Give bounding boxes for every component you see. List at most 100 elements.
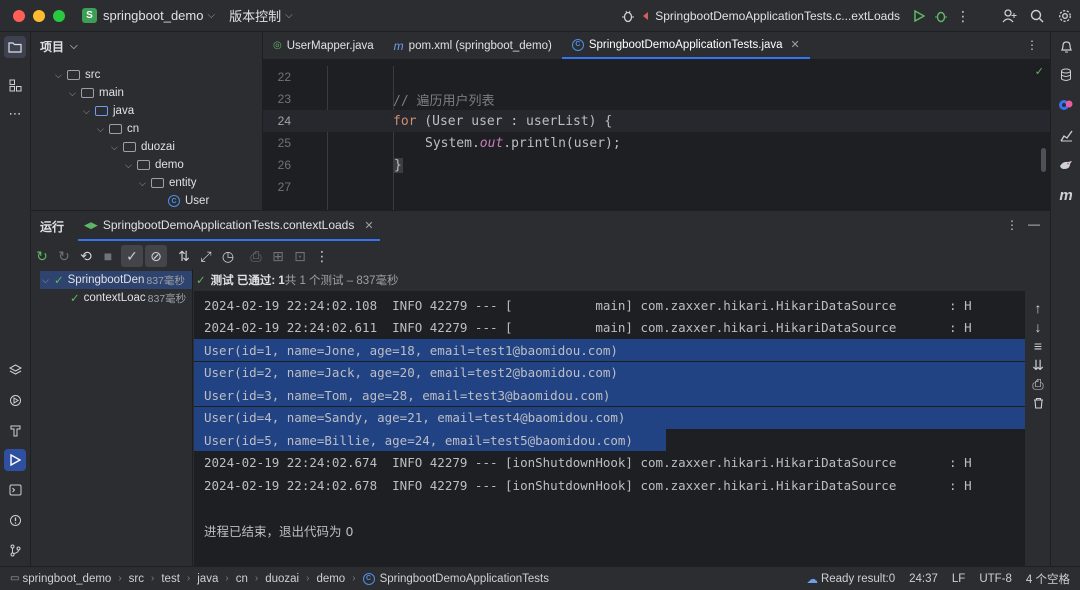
notifications-bell-icon[interactable] xyxy=(1055,36,1077,58)
project-tool-icon[interactable] xyxy=(4,36,26,58)
show-passed-icon[interactable]: ✓ xyxy=(121,245,143,267)
close-tab-icon[interactable]: ✕ xyxy=(791,38,800,51)
tab-usermapper[interactable]: ◎ UserMapper.java xyxy=(263,32,384,59)
search-icon[interactable] xyxy=(1026,5,1048,27)
maven-tool-icon[interactable]: m xyxy=(1055,184,1077,206)
breadcrumb-item[interactable]: src xyxy=(129,573,144,585)
chevron-right-icon: › xyxy=(306,573,310,584)
database-tool-icon[interactable] xyxy=(1055,64,1077,86)
vcs-menu[interactable]: 版本控制 xyxy=(229,6,281,25)
gear-icon[interactable] xyxy=(1054,5,1076,27)
export-icon[interactable]: ⊡ xyxy=(289,245,311,267)
tree-item-src[interactable]: ⌵ src xyxy=(55,66,100,84)
run-icon[interactable] xyxy=(908,5,930,27)
more-icon[interactable]: ⋮ xyxy=(952,5,974,27)
chevron-down-icon[interactable]: ⌵ xyxy=(111,142,123,153)
chevron-down-icon[interactable]: ⌵ xyxy=(55,70,67,81)
folder-icon xyxy=(95,106,108,116)
tree-item-demo[interactable]: ⌵ demo xyxy=(125,156,184,174)
profiler-chart-icon[interactable] xyxy=(1055,124,1077,146)
tree-item-main[interactable]: ⌵ main xyxy=(69,84,124,102)
chevron-down-icon[interactable]: ⌵ xyxy=(70,41,78,52)
run-config-selector[interactable]: SpringbootDemoApplicationTests.c...extLo… xyxy=(655,9,900,23)
console-line-selected: User(id=5, name=Billie, age=24, email=te… xyxy=(194,429,666,451)
expand-icon[interactable]: ⤢ xyxy=(195,245,217,267)
layers-tool-icon[interactable] xyxy=(4,359,26,381)
structure-tool-icon[interactable] xyxy=(4,74,26,96)
caret-position[interactable]: 24:37 xyxy=(909,573,938,585)
tree-item-entity[interactable]: ⌵ entity xyxy=(139,174,197,192)
build-hammer-icon[interactable] xyxy=(4,419,26,441)
tree-item-user[interactable]: C User xyxy=(168,192,209,210)
tree-item-duozai[interactable]: ⌵ duozai xyxy=(111,138,175,156)
console-output[interactable]: 2024-02-19 22:24:02.108 INFO 42279 --- [… xyxy=(194,291,1025,567)
run-tab[interactable]: ◀▶ SpringbootDemoApplicationTests.contex… xyxy=(78,211,380,241)
ai-assistant-icon[interactable] xyxy=(1055,94,1077,116)
indent-setting[interactable]: 4 个空格 xyxy=(1026,571,1070,587)
chevron-down-icon[interactable]: ⌵ xyxy=(69,88,81,99)
stop-icon[interactable]: ■ xyxy=(97,245,119,267)
line-separator[interactable]: LF xyxy=(952,573,965,585)
chevron-down-icon[interactable]: ⌵ xyxy=(83,106,95,117)
git-tool-icon[interactable] xyxy=(4,539,26,561)
tab-springbootdemoapplicationtests[interactable]: C SpringbootDemoApplicationTests.java ✕ xyxy=(561,32,810,59)
interface-icon: ◎ xyxy=(273,40,282,51)
ready-status[interactable]: ☁ Ready result:0 xyxy=(806,572,895,586)
matching-brace: } xyxy=(393,157,403,173)
project-switcher[interactable]: springboot_demo xyxy=(103,8,203,23)
codeglance-bird-icon[interactable] xyxy=(1055,154,1077,176)
run-config-icon xyxy=(639,5,653,27)
status-bar: ▭ springboot_demo › src › test › java › cn › duozai… xyxy=(0,566,1080,590)
breadcrumb-item[interactable]: cn xyxy=(236,573,248,585)
tree-item-cn[interactable]: ⌵ cn xyxy=(97,120,139,138)
debug-bug-icon[interactable] xyxy=(617,5,639,27)
more-icon[interactable]: ⋮ xyxy=(1026,38,1038,52)
breadcrumb-item[interactable]: test xyxy=(161,573,180,585)
more-icon[interactable]: ⋮ xyxy=(311,245,333,267)
camera-icon[interactable]: ⎙ xyxy=(245,245,267,267)
cloud-icon: ☁ xyxy=(806,573,818,586)
show-ignored-icon[interactable]: ⊘ xyxy=(145,245,167,267)
tab-pom[interactable]: m pom.xml (springboot_demo) xyxy=(384,32,562,59)
run-tool-icon[interactable] xyxy=(4,449,26,471)
chevron-down-icon[interactable]: ⌵ xyxy=(125,160,137,171)
history-clock-icon[interactable]: ◷ xyxy=(217,245,239,267)
breadcrumb-item[interactable]: java xyxy=(197,573,218,585)
run-panel: 运行 ◀▶ SpringbootDemoApplicationTests.con… xyxy=(31,210,1050,567)
close-window-button[interactable] xyxy=(13,9,25,22)
chevron-down-icon[interactable]: ⌵ xyxy=(139,178,151,189)
minimize-panel-icon[interactable]: — xyxy=(1028,217,1040,231)
services-tool-icon[interactable] xyxy=(4,389,26,411)
toggle-auto-test-icon[interactable]: ⟲ xyxy=(75,245,97,267)
sort-icon[interactable]: ⇅ xyxy=(173,245,195,267)
code-area[interactable]: 22 23 // 遍历用户列表 24 for (User user : user… xyxy=(263,66,1050,210)
breadcrumb-item[interactable]: duozai xyxy=(265,573,299,585)
test-tree-row-method[interactable]: ✓ contextLoac 837毫秒 xyxy=(70,289,192,307)
debug-icon[interactable] xyxy=(930,5,952,27)
zoom-window-button[interactable] xyxy=(53,9,65,22)
console-line: 2024-02-19 22:24:02.678 INFO 42279 --- [… xyxy=(204,477,972,493)
breadcrumb-item[interactable]: SpringbootDemoApplicationTests xyxy=(380,573,549,585)
chevron-down-icon: ⌵ xyxy=(285,10,293,21)
editor-scrollbar[interactable] xyxy=(1041,148,1046,172)
minimize-window-button[interactable] xyxy=(33,9,45,22)
terminal-tool-icon[interactable] xyxy=(4,479,26,501)
import-icon[interactable]: ⊞ xyxy=(267,245,289,267)
breadcrumb-item[interactable]: demo xyxy=(316,573,345,585)
rerun-failed-icon[interactable]: ↻ xyxy=(53,245,75,267)
chevron-down-icon[interactable]: ⌵ xyxy=(97,124,109,135)
file-encoding[interactable]: UTF-8 xyxy=(979,573,1012,585)
test-tree-row-suite[interactable]: ⌵ ✓ SpringbootDen 837毫秒 xyxy=(40,271,192,289)
add-user-icon[interactable] xyxy=(998,5,1020,27)
tree-item-java[interactable]: ⌵ java xyxy=(83,102,134,120)
folder-icon xyxy=(67,70,80,80)
breadcrumb-item[interactable]: springboot_demo xyxy=(22,573,111,585)
rerun-icon[interactable]: ↻ xyxy=(31,245,53,267)
problems-tool-icon[interactable] xyxy=(4,509,26,531)
check-icon: ✓ xyxy=(70,293,80,305)
window-controls xyxy=(13,9,65,22)
trash-icon[interactable] xyxy=(1027,392,1049,414)
close-tab-icon[interactable]: ✕ xyxy=(364,219,373,232)
more-icon[interactable]: ⋮ xyxy=(1006,218,1018,232)
more-tools-icon[interactable]: ⋯ xyxy=(4,103,26,125)
